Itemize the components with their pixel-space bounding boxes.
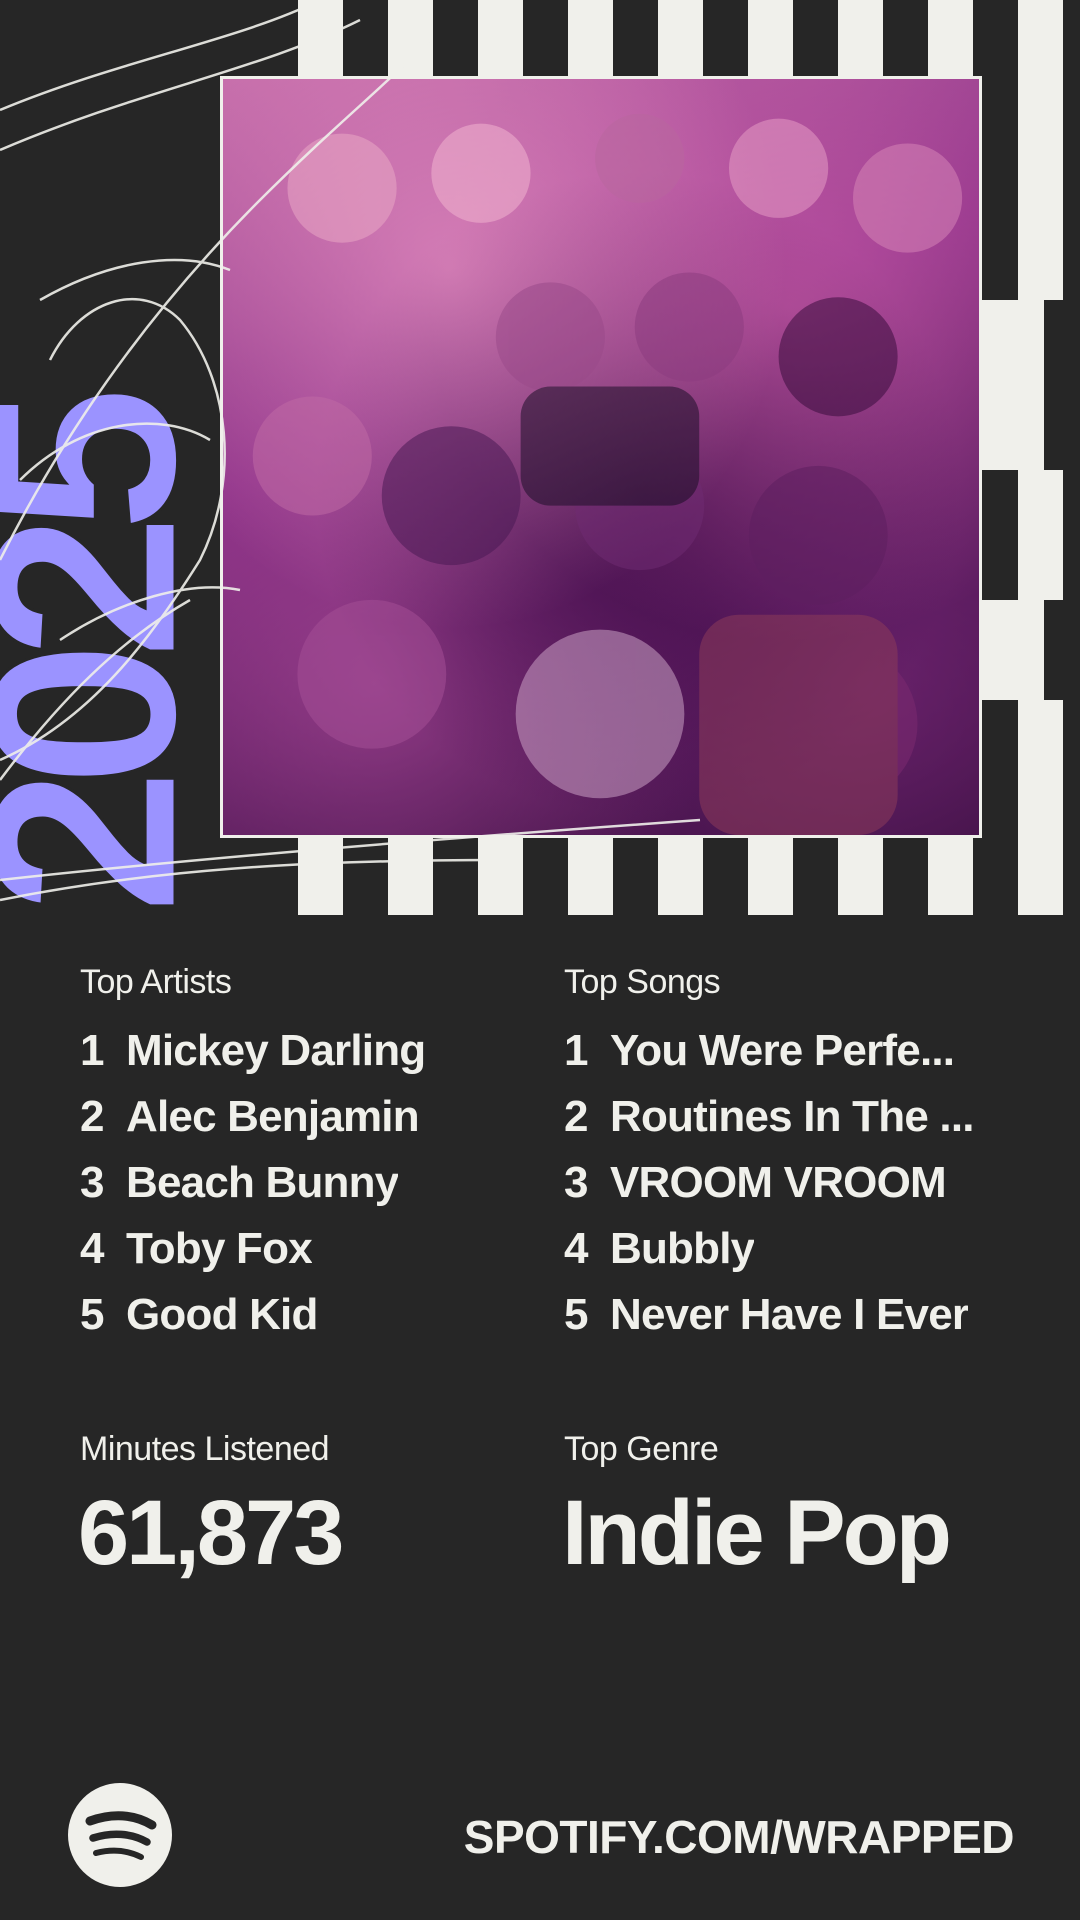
hero-artwork: 2025 xyxy=(0,0,1080,915)
rank-number: 4 xyxy=(564,1224,588,1273)
list-item: 5 Never Have I Ever xyxy=(564,1282,1004,1348)
top-artists-label: Top Artists xyxy=(80,963,232,1001)
song-name: VROOM VROOM xyxy=(610,1158,946,1207)
list-item: 2 Routines In The ... xyxy=(564,1084,1004,1150)
rank-number: 2 xyxy=(80,1092,104,1141)
rank-number: 5 xyxy=(564,1290,588,1339)
artist-name: Mickey Darling xyxy=(126,1026,426,1075)
list-item: 1 You Were Perfe... xyxy=(564,1018,1004,1084)
minutes-listened-value: 61,873 xyxy=(78,1482,344,1584)
artist-name: Beach Bunny xyxy=(126,1158,399,1207)
rank-number: 2 xyxy=(564,1092,588,1141)
rank-number: 3 xyxy=(80,1158,104,1207)
minutes-listened-label: Minutes Listened xyxy=(80,1430,330,1468)
rank-number: 5 xyxy=(80,1290,104,1339)
rank-number: 1 xyxy=(564,1026,588,1075)
top-genre-value: Indie Pop xyxy=(562,1482,952,1584)
list-item: 2 Alec Benjamin xyxy=(80,1084,480,1150)
list-item: 3 VROOM VROOM xyxy=(564,1150,1004,1216)
artist-name: Good Kid xyxy=(126,1290,318,1339)
list-item: 4 Bubbly xyxy=(564,1216,1004,1282)
artist-name: Alec Benjamin xyxy=(126,1092,419,1141)
top-genre-label: Top Genre xyxy=(564,1430,719,1468)
list-item: 4 Toby Fox xyxy=(80,1216,480,1282)
list-item: 1 Mickey Darling xyxy=(80,1018,480,1084)
song-name: You Were Perfe... xyxy=(610,1026,955,1075)
list-item: 3 Beach Bunny xyxy=(80,1150,480,1216)
top-songs-label: Top Songs xyxy=(564,963,721,1001)
wrapped-url-link[interactable]: SPOTIFY.COM/WRAPPED xyxy=(464,1810,1015,1864)
song-name: Routines In The ... xyxy=(610,1092,974,1141)
rank-number: 4 xyxy=(80,1224,104,1273)
crowd-illustration xyxy=(252,113,963,835)
year-graphic: 2025 xyxy=(0,391,234,915)
top-songs-list: 1 You Were Perfe... 2 Routines In The ..… xyxy=(564,1018,1004,1348)
rank-number: 3 xyxy=(564,1158,588,1207)
rank-number: 1 xyxy=(80,1026,104,1075)
cover-photo xyxy=(220,76,982,838)
song-name: Bubbly xyxy=(610,1224,755,1273)
artist-name: Toby Fox xyxy=(126,1224,312,1273)
spotify-logo-icon[interactable] xyxy=(68,1783,172,1887)
top-artists-list: 1 Mickey Darling 2 Alec Benjamin 3 Beach… xyxy=(80,1018,480,1348)
year-text: 2025 xyxy=(0,392,232,915)
song-name: Never Have I Ever xyxy=(610,1290,969,1339)
list-item: 5 Good Kid xyxy=(80,1282,480,1348)
